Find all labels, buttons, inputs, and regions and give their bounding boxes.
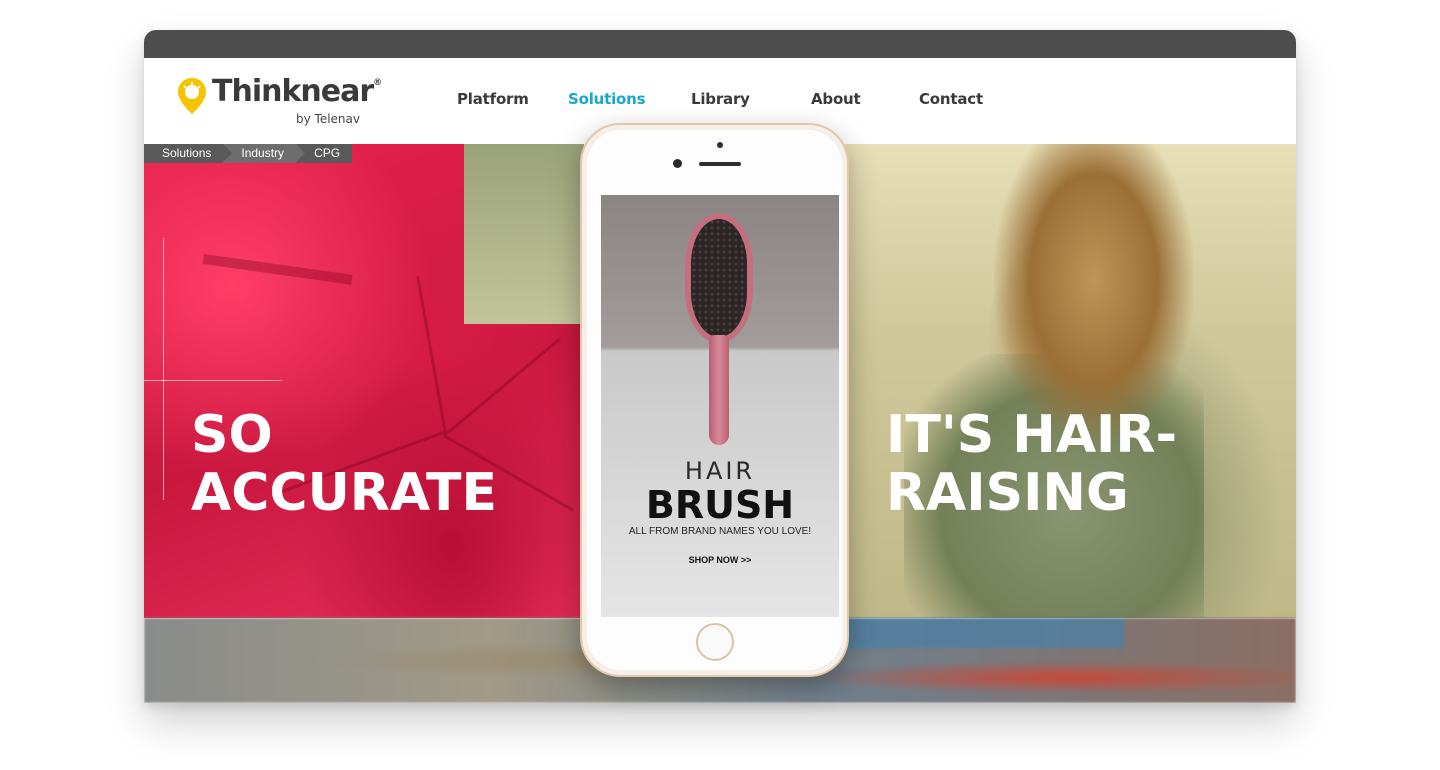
phone-speaker xyxy=(699,162,741,166)
ad-title-small: HAIR xyxy=(684,457,756,485)
umbrella-image-panel: SO ACCURATE xyxy=(144,144,584,618)
woman-hair xyxy=(994,144,1194,444)
browser-title-bar xyxy=(144,30,1296,58)
hero-headline-left: SO ACCURATE xyxy=(191,406,497,522)
phone-body: HAIR BRUSH ALL FROM BRAND NAMES YOU LOVE… xyxy=(587,130,842,670)
phone-home-button xyxy=(696,623,734,661)
phone-camera-icon xyxy=(673,159,682,168)
street-awning xyxy=(844,618,1124,648)
phone-ad-screen[interactable]: HAIR BRUSH ALL FROM BRAND NAMES YOU LOVE… xyxy=(601,195,839,617)
hair-brush-icon xyxy=(685,213,753,343)
hero-right-line-1: IT'S HAIR- xyxy=(886,405,1178,465)
breadcrumb-solutions[interactable]: Solutions xyxy=(144,144,233,163)
brush-bristles xyxy=(691,219,747,337)
brush-handle xyxy=(709,335,729,445)
hero-left-line-1: SO xyxy=(191,405,273,465)
ad-tagline: ALL FROM BRAND NAMES YOU LOVE! xyxy=(628,526,812,537)
nav-platform[interactable]: Platform xyxy=(457,90,529,108)
nav-solutions[interactable]: Solutions xyxy=(568,90,646,108)
phone-mockup: HAIR BRUSH ALL FROM BRAND NAMES YOU LOVE… xyxy=(582,125,847,675)
breadcrumb: Solutions Industry CPG xyxy=(144,144,353,163)
umbrella-handle xyxy=(202,254,353,285)
nav-contact[interactable]: Contact xyxy=(919,90,983,108)
breadcrumb-industry[interactable]: Industry xyxy=(223,144,305,163)
decorative-line-vertical xyxy=(163,238,164,500)
hero-left-line-2: ACCURATE xyxy=(191,463,498,523)
nav-about[interactable]: About xyxy=(811,90,861,108)
woman-image-panel: IT'S HAIR- RAISING xyxy=(844,144,1296,618)
decorative-line-horizontal xyxy=(144,380,282,381)
umbrella-background xyxy=(464,144,584,324)
hero-headline-right: IT'S HAIR- RAISING xyxy=(886,406,1177,522)
ad-title-big: BRUSH xyxy=(645,483,795,527)
hero-right-line-2: RAISING xyxy=(886,463,1129,523)
ad-shop-now-link[interactable]: SHOP NOW >> xyxy=(601,555,839,565)
phone-sensor xyxy=(717,142,723,148)
nav-library[interactable]: Library xyxy=(691,90,750,108)
